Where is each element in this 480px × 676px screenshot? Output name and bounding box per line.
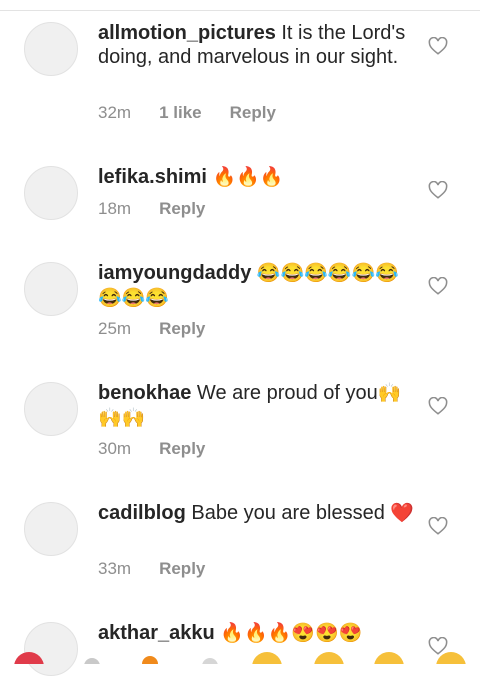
raised-hands-emoji-button[interactable]: [84, 658, 100, 664]
heart-emoji-button[interactable]: [14, 652, 44, 664]
avatar[interactable]: [24, 262, 78, 316]
comment-meta: 32m 1 like Reply: [98, 103, 304, 123]
comment-username[interactable]: iamyoungdaddy: [98, 262, 251, 284]
avatar[interactable]: [24, 622, 78, 676]
comment-text: iamyoungdaddy 😂😂😂😂😂😂😂😂😂: [98, 261, 416, 311]
avatar[interactable]: [24, 166, 78, 220]
heart-icon[interactable]: [428, 517, 448, 535]
comment-body: We are proud of you: [196, 382, 378, 404]
fire-emoji: 🔥🔥🔥: [212, 167, 284, 188]
comment-text: allmotion_pictures It is the Lord's doin…: [98, 21, 416, 69]
heart-icon[interactable]: [428, 397, 448, 415]
comment-time: 30m: [98, 439, 132, 458]
crying-emoji-button[interactable]: [252, 652, 282, 664]
comment-username[interactable]: lefika.shimi: [98, 166, 207, 188]
comment-text: akthar_akku 🔥🔥🔥😍😍😍: [98, 621, 416, 646]
comment-username[interactable]: allmotion_pictures: [98, 22, 276, 44]
emoji-reaction-bar: [0, 652, 480, 664]
avatar[interactable]: [24, 22, 78, 76]
comment-time: 32m: [98, 103, 132, 122]
reply-button[interactable]: Reply: [159, 319, 205, 339]
comment-username[interactable]: akthar_akku: [98, 622, 215, 644]
reply-button[interactable]: Reply: [230, 103, 276, 123]
clap-emoji-button[interactable]: [202, 658, 218, 664]
comment-likes[interactable]: 1 like: [159, 103, 202, 123]
comment-username[interactable]: benokhae: [98, 382, 191, 404]
comment-time: 18m: [98, 199, 132, 218]
comment-meta: 25m Reply: [98, 319, 233, 339]
reply-button[interactable]: Reply: [159, 439, 205, 459]
comment-time: 33m: [98, 559, 132, 578]
heart-icon[interactable]: [428, 277, 448, 295]
comment-meta: 18m Reply: [98, 199, 233, 219]
reply-button[interactable]: Reply: [159, 199, 205, 219]
avatar[interactable]: [24, 382, 78, 436]
heart-icon[interactable]: [428, 37, 448, 55]
comment-username[interactable]: cadilblog: [98, 502, 186, 524]
comment-time: 25m: [98, 319, 132, 338]
comment-meta: 30m Reply: [98, 439, 233, 459]
comment-text: cadilblog Babe you are blessed ❤️: [98, 501, 416, 526]
comment-text: lefika.shimi 🔥🔥🔥: [98, 165, 416, 190]
comment-text: benokhae We are proud of you🙌🙌🙌: [98, 381, 416, 431]
heart-eyes-emoji-button[interactable]: [314, 652, 344, 664]
surprised-emoji-button[interactable]: [374, 652, 404, 664]
comment-body: Babe you are blessed: [191, 502, 385, 524]
avatar[interactable]: [24, 502, 78, 556]
comment-meta: 33m Reply: [98, 559, 233, 579]
reply-button[interactable]: Reply: [159, 559, 205, 579]
red-heart-emoji: ❤️: [390, 503, 415, 524]
heart-icon[interactable]: [428, 181, 448, 199]
fire-heart-eyes-emoji: 🔥🔥🔥😍😍😍: [220, 623, 363, 644]
fire-emoji-button[interactable]: [142, 656, 158, 664]
top-divider: [0, 0, 480, 11]
laughing-emoji-button[interactable]: [436, 652, 466, 664]
